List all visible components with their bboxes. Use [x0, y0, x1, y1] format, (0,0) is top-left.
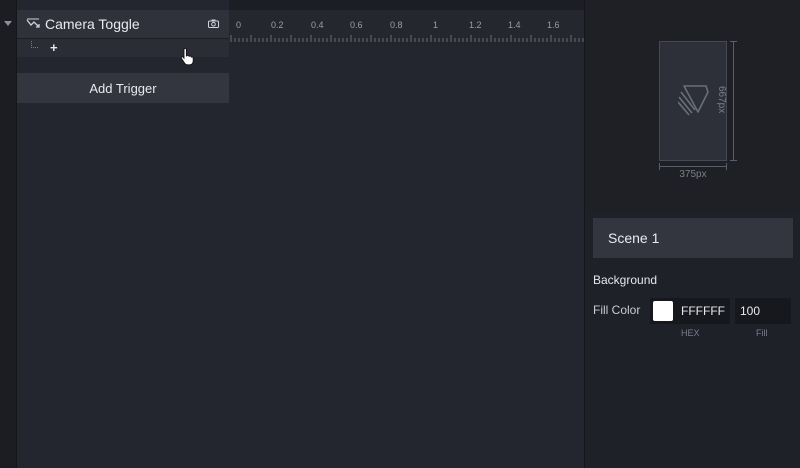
tick-label: 0 — [236, 20, 242, 30]
color-swatch[interactable] — [653, 301, 673, 321]
add-trigger-button[interactable]: Add Trigger — [17, 73, 229, 103]
hex-value[interactable]: FFFFFF — [681, 304, 725, 318]
height-dimension-line — [730, 41, 737, 161]
app-logo-icon — [678, 85, 709, 116]
timeline-canvas: Camera Toggle + Add Trigger 0 0.2 0.4 0.… — [17, 0, 584, 468]
fill-caption: Fill — [756, 328, 768, 338]
collapse-caret-icon[interactable] — [4, 21, 12, 26]
layer-name: Camera Toggle — [45, 16, 140, 32]
scene-name-field[interactable]: Scene 1 — [593, 218, 793, 258]
tick-label: 1.4 — [508, 20, 521, 30]
tick-label: 1.2 — [469, 20, 482, 30]
tick-label: 0.8 — [390, 20, 403, 30]
width-dimension-line — [659, 163, 727, 170]
trigger-action-row: + — [17, 39, 229, 57]
tree-connector-icon — [31, 41, 38, 48]
tick-label: 0.2 — [271, 20, 284, 30]
trigger-icon — [26, 18, 40, 28]
timeline-ruler[interactable]: 0 0.2 0.4 0.6 0.8 1 1.2 1.4 1.6 — [229, 10, 584, 42]
hex-caption: HEX — [681, 328, 700, 338]
device-preview: 667px 375px — [585, 0, 800, 210]
height-dimension-label: 667px — [716, 86, 727, 114]
tick-label: 0.6 — [350, 20, 363, 30]
camera-icon[interactable] — [208, 19, 219, 28]
tick-label: 1.6 — [547, 20, 560, 30]
trigger-layer-row[interactable]: Camera Toggle — [17, 10, 229, 39]
inspector-panel: 667px 375px Scene 1 Background Fill Colo… — [584, 0, 800, 468]
add-action-button[interactable]: + — [50, 40, 58, 55]
hex-color-input[interactable]: FFFFFF — [650, 298, 730, 324]
fill-opacity-input[interactable]: 100 — [735, 298, 791, 324]
fill-color-label: Fill Color — [593, 303, 641, 317]
hand-pointer-cursor-icon — [180, 48, 194, 66]
ruler-ticks — [230, 35, 584, 42]
width-dimension-label: 375px — [679, 169, 707, 180]
tick-label: 0.4 — [311, 20, 324, 30]
top-strip — [229, 0, 584, 10]
section-title-background: Background — [593, 273, 658, 287]
left-gutter — [0, 0, 17, 468]
tick-label: 1 — [433, 20, 439, 30]
